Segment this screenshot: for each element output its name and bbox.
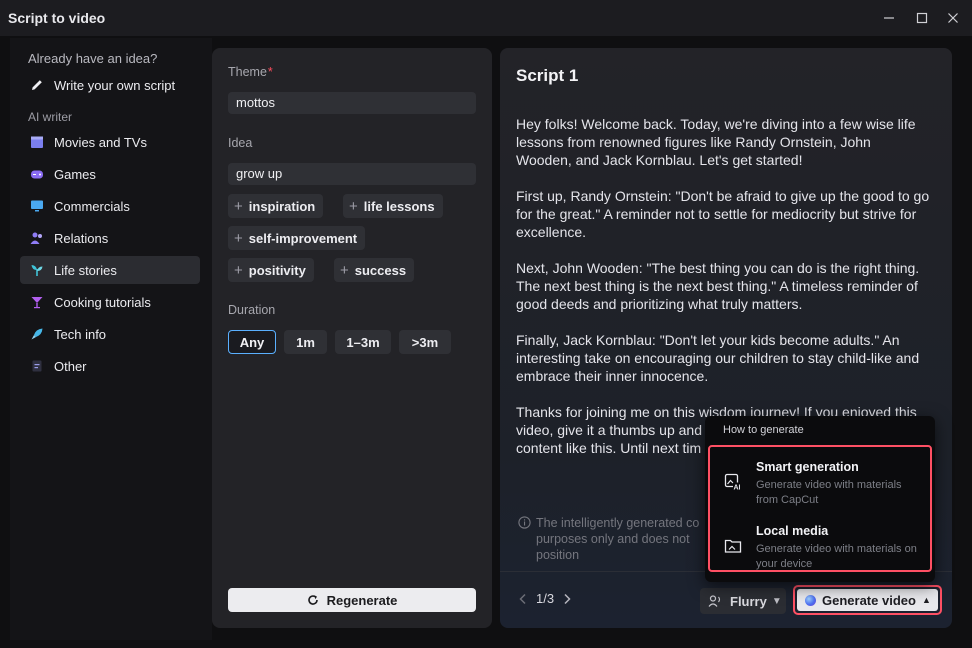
script-paragraph: Next, John Wooden: "The best thing you c… — [516, 260, 920, 312]
sidebar-heading-ai: AI writer — [28, 110, 73, 124]
cocktail-icon — [30, 295, 44, 309]
duration-label: Duration — [228, 303, 276, 317]
svg-text:AI: AI — [734, 485, 741, 492]
sidebar-item-label: Movies and TVs — [54, 134, 147, 150]
ai-disclaimer: The intelligently generated co purposes … — [518, 515, 718, 563]
plus-icon: + — [234, 261, 243, 279]
keyword-chip-inspiration[interactable]: + inspiration — [228, 194, 324, 218]
refresh-icon — [307, 594, 319, 606]
chevron-up-icon: ▲ — [921, 595, 931, 605]
info-icon — [518, 516, 531, 529]
sidebar-item-commercials[interactable]: Commercials — [20, 192, 200, 220]
script-paragraph: Hey folks! Welcome back. Today, we're di… — [516, 116, 916, 168]
menu-heading: How to generate — [723, 424, 804, 436]
duration-any-button[interactable]: Any — [228, 330, 276, 354]
plus-icon: + — [340, 261, 349, 279]
sidebar-item-label: Relations — [54, 230, 109, 246]
keyword-chip-life-lessons[interactable]: + life lessons — [343, 194, 443, 218]
write-own-script-button[interactable]: Write your own script — [20, 71, 200, 99]
close-icon[interactable] — [943, 8, 963, 28]
option-description: Generate video with materials on your de… — [756, 543, 917, 570]
option-description: Generate video with materials from CapCu… — [756, 479, 902, 506]
sidebar-item-label: Games — [54, 166, 96, 182]
chevron-right-icon[interactable] — [560, 592, 574, 606]
folder-media-icon — [724, 539, 742, 553]
voice-select[interactable]: Flurry ▼ — [700, 588, 786, 614]
duration-over-3m-button[interactable]: >3m — [399, 330, 451, 354]
how-to-generate-menu: How to generate AI Smart generation Gene… — [705, 416, 935, 582]
sidebar-heading-idea: Already have an idea? — [28, 51, 158, 66]
sidebar-item-tech-info[interactable]: Tech info — [20, 320, 200, 348]
title-bar: Script to video — [0, 0, 972, 36]
gamepad-icon — [30, 167, 44, 181]
sidebar-item-label: Other — [54, 358, 87, 374]
voice-icon — [708, 594, 722, 608]
chevron-down-icon: ▼ — [771, 595, 782, 607]
idea-label: Idea — [228, 136, 253, 150]
script-pager: 1/3 — [516, 591, 574, 606]
rocket-icon — [30, 327, 44, 341]
sidebar-item-relations[interactable]: Relations — [20, 224, 200, 252]
maximize-icon[interactable] — [912, 8, 932, 28]
theme-label: Theme* — [228, 65, 273, 79]
idea-input[interactable]: grow up — [228, 163, 476, 185]
duration-1-3m-button[interactable]: 1–3m — [335, 330, 391, 354]
document-icon — [30, 359, 44, 373]
theme-input[interactable]: mottos — [228, 92, 476, 114]
smart-generation-option[interactable]: AI Smart generation Generate video with … — [710, 449, 930, 509]
option-title: Smart generation — [756, 460, 859, 474]
window-title: Script to video — [8, 10, 106, 26]
plus-icon: + — [349, 197, 358, 215]
sidebar-item-cooking[interactable]: Cooking tutorials — [20, 288, 200, 316]
sidebar-item-life-stories[interactable]: Life stories — [20, 256, 200, 284]
keyword-chip-positivity[interactable]: + positivity — [228, 258, 314, 282]
plus-icon: + — [234, 229, 243, 247]
regenerate-button[interactable]: Regenerate — [228, 588, 476, 612]
sidebar-item-label: Cooking tutorials — [54, 294, 151, 310]
ai-image-icon: AI — [724, 473, 742, 491]
sidebar-item-games[interactable]: Games — [20, 160, 200, 188]
sidebar: Already have an idea? Write your own scr… — [10, 38, 212, 640]
write-own-script-label: Write your own script — [54, 77, 176, 93]
required-mark: * — [267, 65, 273, 79]
minimize-icon[interactable] — [879, 8, 899, 28]
monitor-icon — [30, 199, 44, 213]
generate-orb-icon — [805, 594, 816, 606]
keyword-chip-success[interactable]: + success — [334, 258, 415, 282]
page-indicator: 1/3 — [536, 591, 555, 606]
generate-video-button[interactable]: Generate video ▲ — [793, 585, 942, 615]
sprout-icon — [30, 263, 44, 277]
pencil-icon — [30, 78, 44, 92]
sidebar-item-label: Commercials — [54, 198, 130, 214]
duration-1m-button[interactable]: 1m — [284, 330, 327, 354]
sidebar-item-label: Life stories — [54, 262, 117, 278]
plus-icon: + — [234, 197, 243, 215]
chevron-left-icon[interactable] — [516, 592, 530, 606]
option-title: Local media — [756, 524, 829, 538]
script-title: Script 1 — [516, 66, 579, 85]
script-paragraph: Finally, Jack Kornblau: "Don't let your … — [516, 332, 920, 384]
sidebar-item-other[interactable]: Other — [20, 352, 200, 380]
clapperboard-icon — [30, 135, 44, 149]
people-icon — [30, 231, 44, 245]
script-paragraph: First up, Randy Ornstein: "Don't be afra… — [516, 188, 930, 240]
local-media-option[interactable]: Local media Generate video with material… — [710, 513, 930, 573]
sidebar-item-movies[interactable]: Movies and TVs — [20, 128, 200, 156]
script-body: Hey folks! Welcome back. Today, we're di… — [516, 115, 930, 457]
keyword-chip-self-improvement[interactable]: + self-improvement — [228, 226, 366, 250]
generation-options: AI Smart generation Generate video with … — [708, 445, 932, 572]
script-settings-panel: Theme* mottos Idea grow up + inspiration … — [212, 48, 492, 628]
sidebar-item-label: Tech info — [54, 326, 107, 342]
